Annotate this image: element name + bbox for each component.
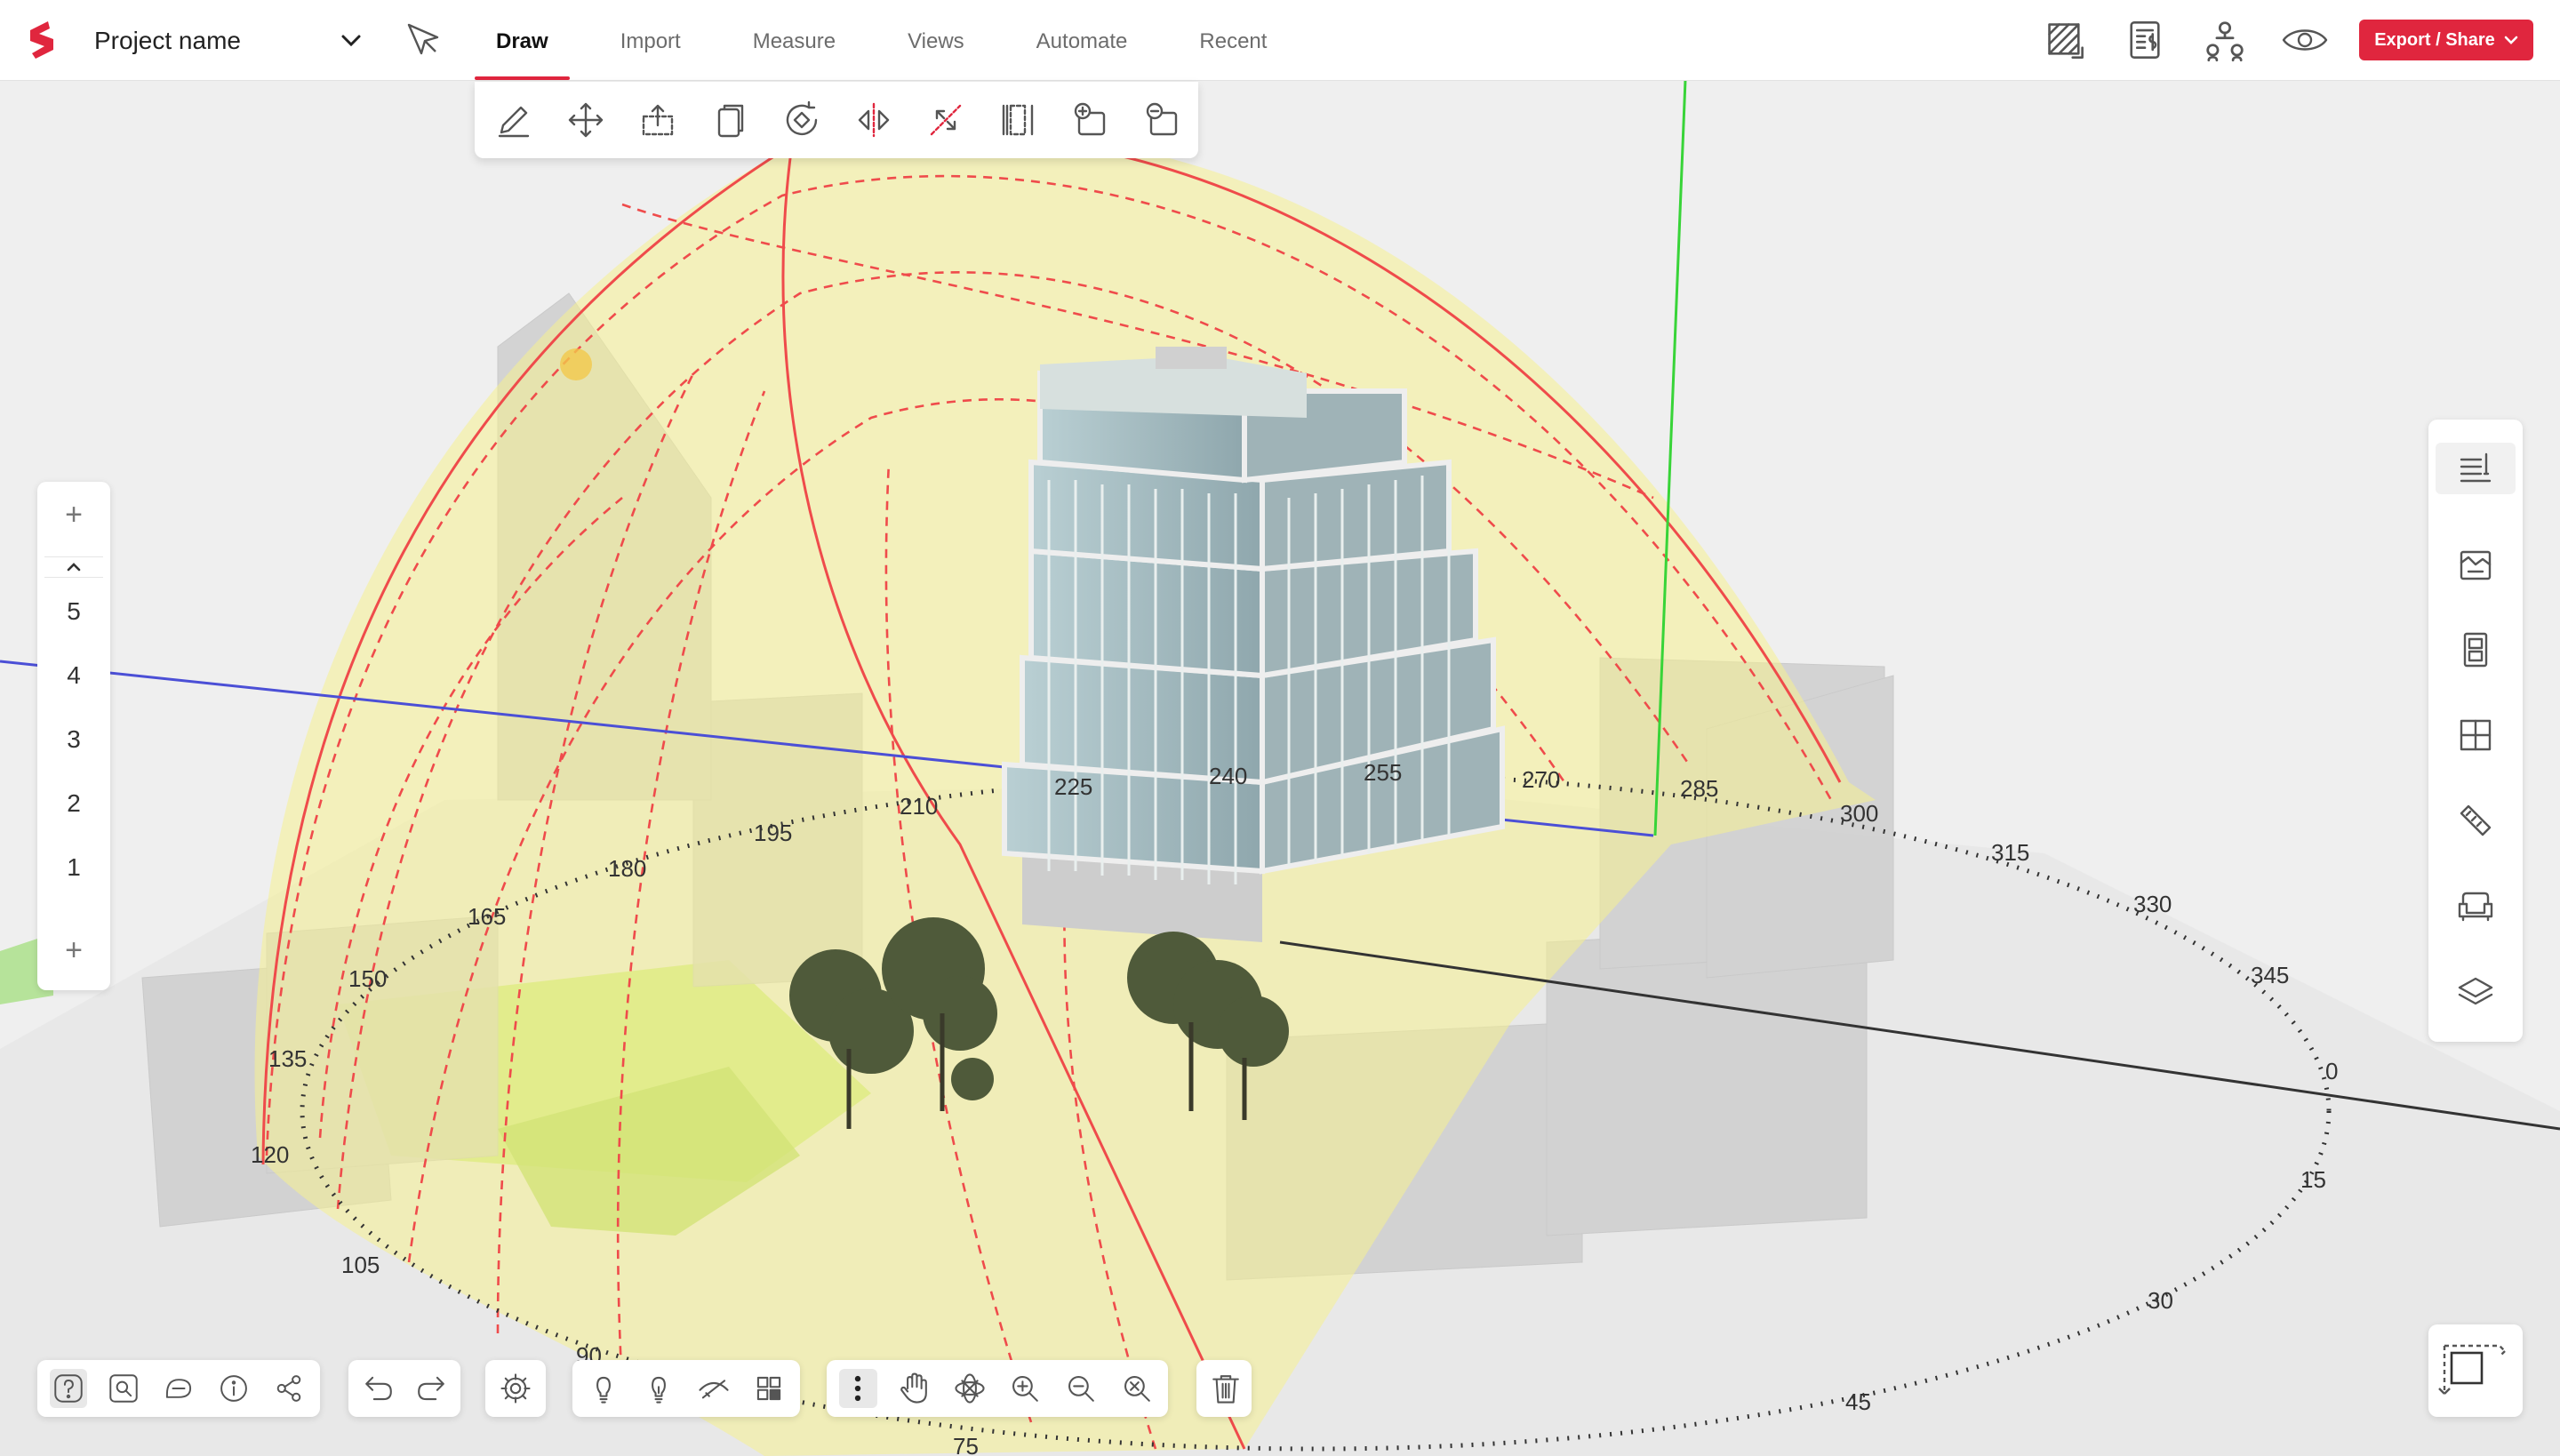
tab-measure[interactable]: Measure xyxy=(732,0,857,80)
light-on-icon[interactable] xyxy=(640,1369,677,1408)
rotate-icon[interactable] xyxy=(780,99,823,141)
compass-label-15: 15 xyxy=(2300,1166,2326,1193)
main-tabs: Draw Import Measure Views Automate Recen… xyxy=(475,0,1317,80)
layers-icon[interactable] xyxy=(2450,965,2501,1017)
grid-layout-icon[interactable] xyxy=(2450,709,2501,761)
comments-icon[interactable] xyxy=(160,1369,197,1408)
app-logo-icon[interactable] xyxy=(23,20,59,60)
tab-draw[interactable]: Draw xyxy=(475,0,570,80)
draw-toolbar xyxy=(475,82,1198,158)
copy-icon[interactable] xyxy=(708,99,751,141)
3d-viewport[interactable]: 0 15 30 45 75 90 105 120 135 150 165 180… xyxy=(0,80,2560,1456)
history-toolbar xyxy=(348,1360,460,1417)
levels-panel: + 5 4 3 2 1 + xyxy=(37,482,110,990)
zoom-out-icon[interactable] xyxy=(1062,1369,1100,1408)
lighting-toolbar xyxy=(572,1360,800,1417)
furniture-sofa-icon[interactable] xyxy=(2450,880,2501,932)
compass-label-30: 30 xyxy=(2148,1287,2173,1314)
compass-label-315: 315 xyxy=(1991,839,2029,866)
properties-list-icon[interactable] xyxy=(2436,443,2516,494)
export-share-button[interactable]: Export / Share xyxy=(2359,20,2533,60)
offset-shape-icon[interactable] xyxy=(1140,99,1183,141)
undo-icon[interactable] xyxy=(361,1369,396,1408)
info-icon[interactable] xyxy=(215,1369,252,1408)
top-bar: Project name Draw Import Measure Views A… xyxy=(0,0,2560,81)
redo-icon[interactable] xyxy=(413,1369,448,1408)
hide-icon[interactable] xyxy=(695,1369,732,1408)
collaboration-icon[interactable] xyxy=(2201,18,2249,62)
compass-label-120: 120 xyxy=(251,1141,289,1168)
tab-views[interactable]: Views xyxy=(886,0,986,80)
compass-label-0: 0 xyxy=(2325,1058,2338,1084)
sun-position-marker xyxy=(560,348,592,380)
project-name[interactable]: Project name xyxy=(94,27,241,55)
pan-hand-icon[interactable] xyxy=(895,1369,933,1408)
chevron-down-icon xyxy=(2504,36,2518,44)
compass-label-180: 180 xyxy=(608,855,646,882)
delete-trash-icon[interactable] xyxy=(1209,1369,1243,1408)
compass-label-210: 210 xyxy=(900,793,938,820)
level-item[interactable]: 4 xyxy=(37,661,110,690)
compass-label-240: 240 xyxy=(1209,763,1247,789)
chevron-up-icon[interactable] xyxy=(44,556,103,578)
compass-label-75: 75 xyxy=(953,1433,979,1456)
viewport-frame-icon[interactable] xyxy=(2428,1324,2523,1417)
add-level-above-button[interactable]: + xyxy=(37,492,110,537)
tab-import[interactable]: Import xyxy=(599,0,702,80)
structure-beam-icon[interactable] xyxy=(2450,795,2501,846)
more-vertical-icon[interactable] xyxy=(839,1369,877,1408)
settings-gear-icon[interactable] xyxy=(498,1369,533,1408)
zoom-extents-icon[interactable] xyxy=(1117,1369,1156,1408)
compass-label-285: 285 xyxy=(1680,775,1718,802)
level-item[interactable]: 5 xyxy=(37,597,110,626)
compass-label-165: 165 xyxy=(468,903,506,930)
light-off-icon[interactable] xyxy=(585,1369,622,1408)
mirror-icon[interactable] xyxy=(852,99,895,141)
compass-label-255: 255 xyxy=(1364,759,1402,786)
delete-toolbar xyxy=(1196,1360,1252,1417)
compass-label-330: 330 xyxy=(2133,891,2172,917)
search-icon[interactable] xyxy=(105,1369,142,1408)
compass-label-225: 225 xyxy=(1054,773,1092,800)
door-window-icon[interactable] xyxy=(2450,624,2501,676)
compass-label-270: 270 xyxy=(1522,766,1560,793)
compass-label-45: 45 xyxy=(1845,1388,1871,1415)
navigation-toolbar xyxy=(827,1360,1168,1417)
visibility-eye-icon[interactable] xyxy=(2281,18,2329,62)
compass-label-135: 135 xyxy=(268,1045,307,1072)
add-level-below-button[interactable]: + xyxy=(37,928,110,972)
push-pull-icon[interactable] xyxy=(636,99,679,141)
chevron-down-icon[interactable] xyxy=(340,32,363,50)
level-item[interactable]: 2 xyxy=(37,789,110,818)
site-terrain-icon[interactable] xyxy=(2450,539,2501,590)
move-arrows-icon[interactable] xyxy=(564,99,607,141)
top-right-icons xyxy=(2041,18,2329,62)
tab-automate[interactable]: Automate xyxy=(1015,0,1149,80)
level-item[interactable]: 3 xyxy=(37,725,110,754)
compass-label-345: 345 xyxy=(2251,962,2289,988)
zoom-in-icon[interactable] xyxy=(1006,1369,1044,1408)
cost-report-icon[interactable] xyxy=(2121,18,2169,62)
isolate-icon[interactable] xyxy=(750,1369,788,1408)
settings-toolbar xyxy=(485,1360,546,1417)
split-icon[interactable] xyxy=(924,99,967,141)
help-toolbar xyxy=(37,1360,320,1417)
compass-label-300: 300 xyxy=(1840,800,1878,827)
share-icon[interactable] xyxy=(270,1369,308,1408)
orbit-icon[interactable] xyxy=(950,1369,988,1408)
area-plan-icon[interactable] xyxy=(2041,18,2089,62)
export-share-label: Export / Share xyxy=(2374,29,2495,50)
add-opening-icon[interactable] xyxy=(1068,99,1111,141)
compass-label-150: 150 xyxy=(348,965,387,992)
pencil-draw-icon[interactable] xyxy=(492,99,535,141)
compass-label-195: 195 xyxy=(754,820,792,846)
help-icon[interactable] xyxy=(50,1369,87,1408)
tab-recent[interactable]: Recent xyxy=(1178,0,1288,80)
level-item[interactable]: 1 xyxy=(37,853,110,882)
array-icon[interactable] xyxy=(996,99,1039,141)
right-tool-panel xyxy=(2428,420,2523,1042)
compass-label-105: 105 xyxy=(341,1252,380,1278)
select-cursor-icon[interactable] xyxy=(404,20,444,60)
